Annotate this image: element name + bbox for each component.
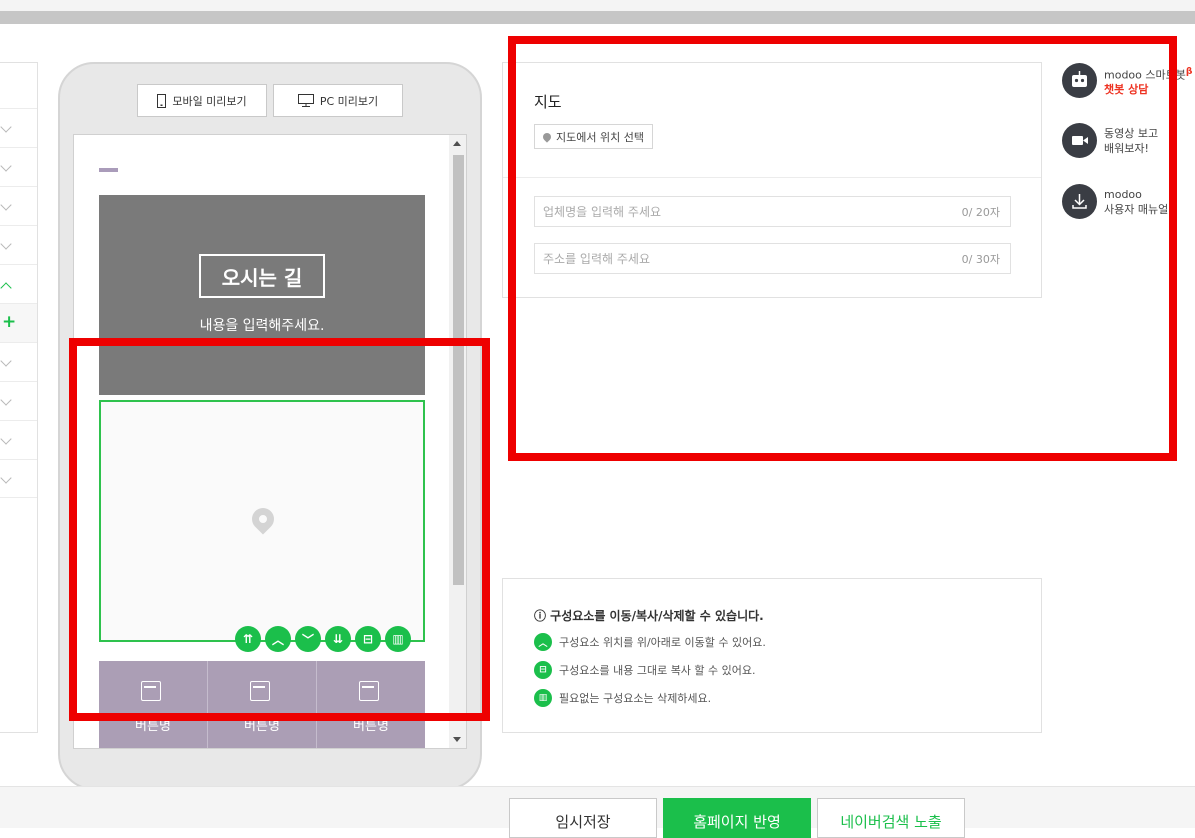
banner-title: 오시는 길 [199, 254, 325, 298]
pc-preview-button[interactable]: PC 미리보기 [273, 84, 403, 117]
sidebar-item[interactable] [0, 147, 37, 186]
mobile-preview-label: 모바일 미리보기 [172, 94, 247, 108]
chevron-up-icon [0, 282, 12, 294]
chevron-down-icon [0, 160, 12, 172]
banner-subtitle: 내용을 입력해주세요. [199, 318, 325, 334]
sidebar-item[interactable] [0, 459, 37, 498]
beta-mark: β [1185, 65, 1193, 77]
chevron-down-icon [0, 199, 12, 211]
help-delete: ▥ 필요없는 구성요소는 삭제하세요. [534, 689, 711, 707]
help-heading: ⓘ 구성요소를 이동/복사/삭제할 수 있습니다. [534, 609, 764, 623]
chevron-down-icon [0, 433, 12, 445]
highlight-box-settings [508, 36, 1177, 461]
top-divider [0, 11, 1195, 24]
help-move-text: 구성요소 위치를 위/아래로 이동할 수 있어요. [559, 636, 766, 649]
sidebar-item-expanded[interactable] [0, 264, 37, 303]
sidebar-item[interactable] [0, 381, 37, 420]
sidebar-item[interactable] [0, 342, 37, 381]
sidebar-item[interactable] [0, 225, 37, 264]
plus-icon: + [2, 312, 17, 332]
scroll-up-arrow[interactable] [453, 141, 461, 146]
sidebar-item[interactable] [0, 108, 37, 147]
sidebar-item[interactable] [0, 186, 37, 225]
highlight-box-map-component [69, 338, 490, 721]
help-panel: ⓘ 구성요소를 이동/복사/삭제할 수 있습니다. ︿ 구성요소 위치를 위/아… [502, 578, 1042, 733]
help-delete-text: 필요없는 구성요소는 삭제하세요. [559, 692, 712, 705]
monitor-icon [297, 94, 314, 107]
chevron-down-icon [0, 355, 12, 367]
sidebar-item[interactable] [0, 420, 37, 459]
help-copy-text: 구성요소를 내용 그대로 복사 할 수 있어요. [559, 664, 756, 677]
naver-search-button[interactable]: 네이버검색 노출 [817, 798, 965, 838]
mobile-icon [157, 93, 167, 108]
publish-button[interactable]: 홈페이지 반영 [663, 798, 811, 838]
chevron-down-icon [0, 238, 12, 250]
chevron-down-icon [0, 394, 12, 406]
trash-icon: ▥ [534, 689, 552, 707]
sidebar-add-item[interactable]: + [0, 303, 37, 342]
temp-save-button[interactable]: 임시저장 [509, 798, 657, 838]
chevron-down-icon [0, 472, 12, 484]
help-move: ︿ 구성요소 위치를 위/아래로 이동할 수 있어요. [534, 633, 766, 651]
component-sidebar: + [0, 62, 38, 733]
move-up-icon: ︿ [534, 633, 552, 651]
mobile-preview-button[interactable]: 모바일 미리보기 [137, 84, 267, 117]
help-copy: ⊟ 구성요소를 내용 그대로 복사 할 수 있어요. [534, 661, 756, 679]
top-strip [0, 0, 1195, 11]
copy-icon: ⊟ [534, 661, 552, 679]
menu-dash [99, 168, 118, 172]
pc-preview-label: PC 미리보기 [319, 94, 379, 108]
scroll-down-arrow[interactable] [453, 737, 461, 742]
chevron-down-icon [0, 121, 12, 133]
